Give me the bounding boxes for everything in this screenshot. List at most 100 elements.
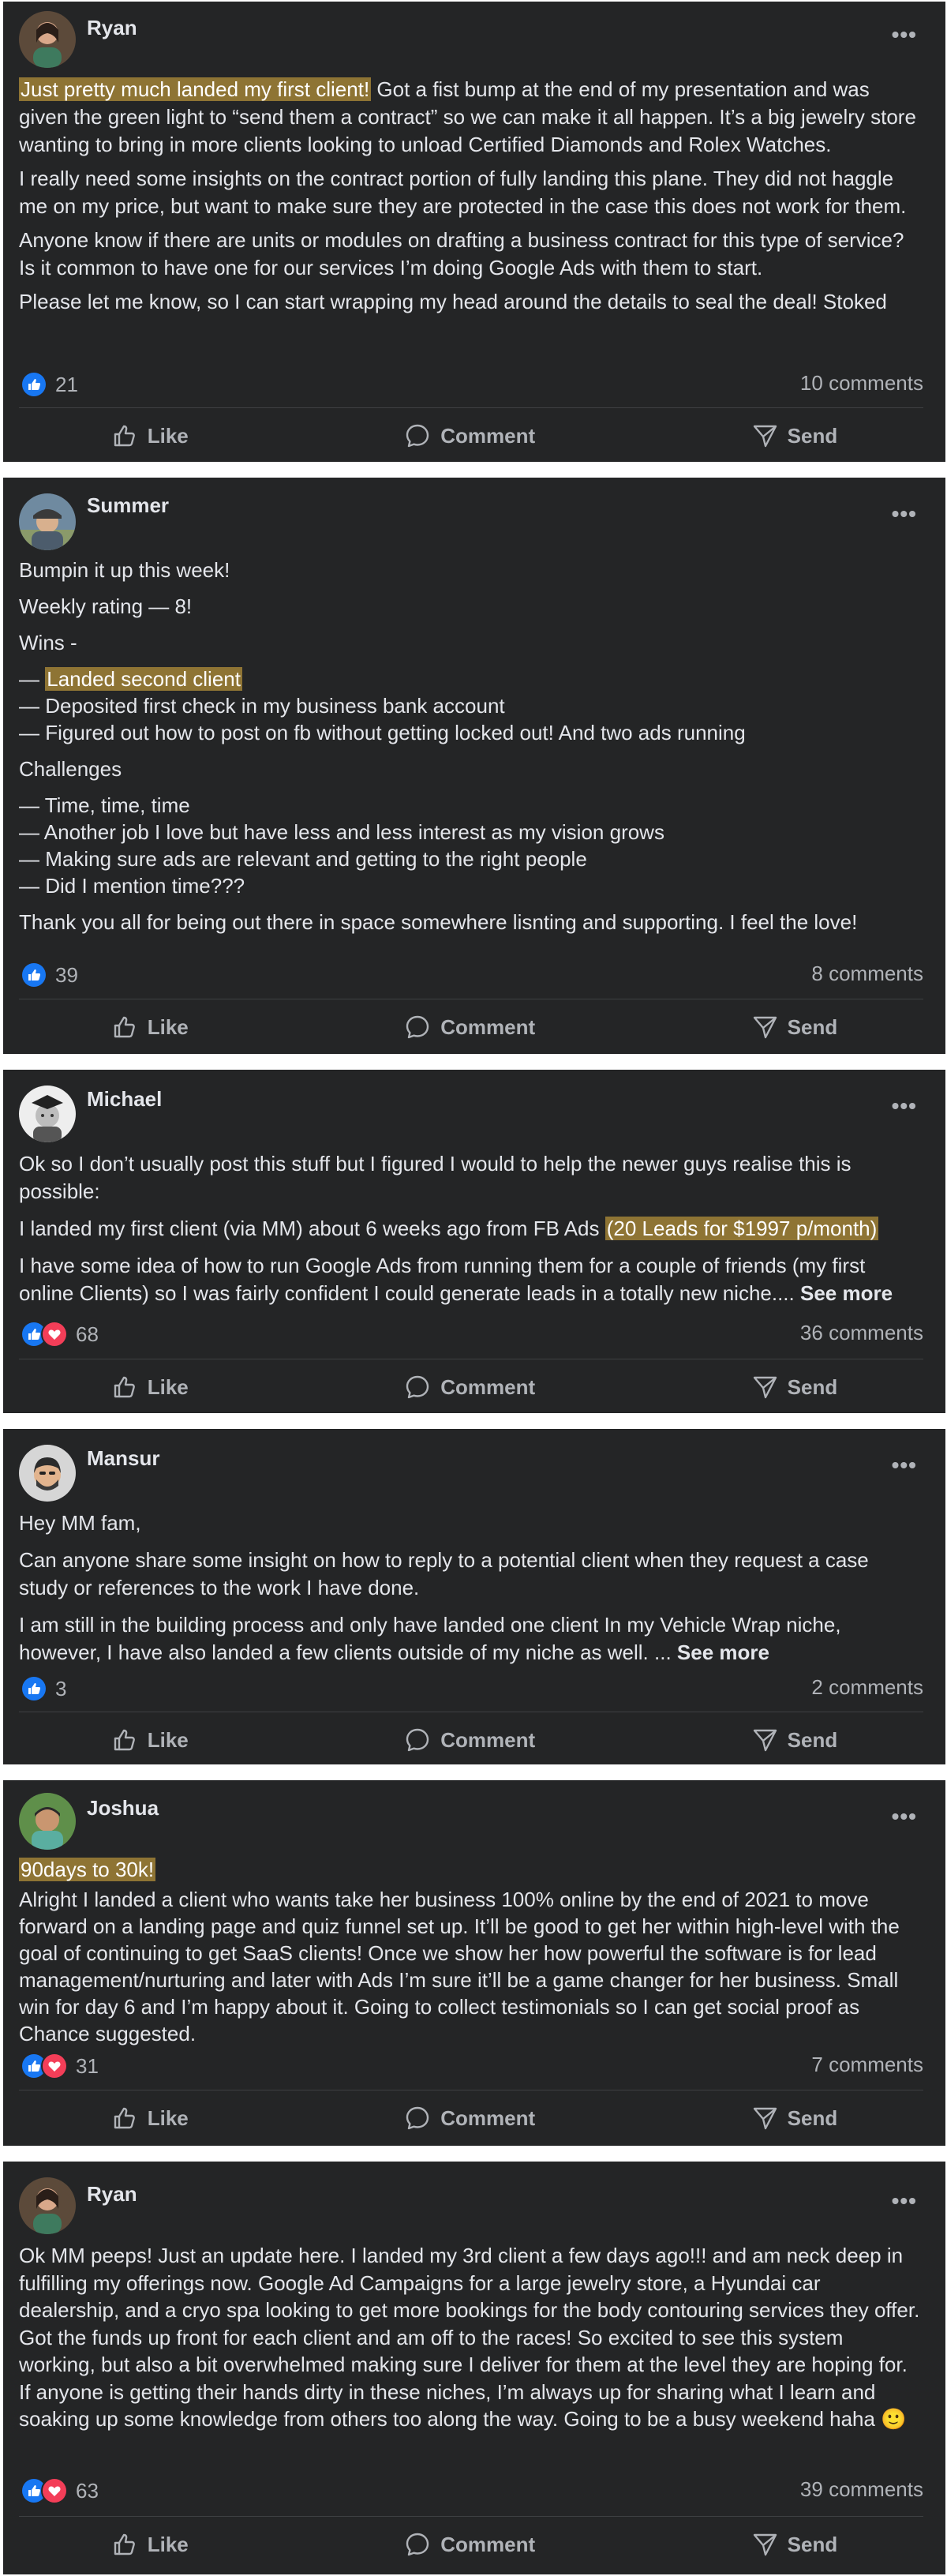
reaction-count: 21 — [55, 372, 78, 396]
paragraph: Thank you all for being out there in spa… — [19, 910, 858, 934]
highlighted-text: Just pretty much landed my first client! — [19, 77, 372, 101]
comment-label: Comment — [440, 1727, 536, 1752]
highlighted-text: (20 Leads for $1997 p/month) — [605, 1217, 879, 1240]
post-card: Ryan ••• Ok MM peeps! Just an update her… — [3, 2162, 945, 2574]
see-more-link[interactable]: See more — [800, 1281, 893, 1305]
comment-button[interactable]: Comment — [390, 1007, 549, 1047]
comment-button[interactable]: Comment — [390, 1367, 549, 1407]
thumbs-up-icon — [111, 2531, 138, 2558]
action-bar: Like Comment Send — [3, 1363, 945, 1411]
reaction-summary[interactable]: 63 — [21, 2477, 99, 2504]
avatar[interactable] — [19, 2177, 76, 2234]
comment-button[interactable]: Comment — [390, 416, 549, 456]
send-button[interactable]: Send — [737, 1367, 852, 1407]
like-button[interactable]: Like — [97, 1367, 203, 1407]
paragraph: Hey MM fam, — [19, 1511, 141, 1535]
comment-count[interactable]: 7 comments — [811, 2053, 923, 2077]
like-label: Like — [147, 1014, 189, 1039]
reaction-summary[interactable]: 3 — [21, 1675, 66, 1702]
send-button[interactable]: Send — [737, 2098, 852, 2138]
more-options-icon[interactable]: ••• — [892, 2188, 917, 2214]
author-name[interactable]: Summer — [87, 493, 169, 518]
author-name[interactable]: Ryan — [87, 16, 137, 40]
more-options-icon[interactable]: ••• — [892, 1453, 917, 1478]
author-name[interactable]: Mansur — [87, 1446, 159, 1471]
post-card: Mansur ••• Hey MM fam, Can anyone share … — [3, 1429, 945, 1764]
avatar[interactable] — [19, 1445, 76, 1502]
send-icon — [751, 1727, 778, 1753]
thumbs-up-icon — [111, 1727, 138, 1753]
comment-count[interactable]: 36 comments — [800, 1321, 923, 1345]
like-button[interactable]: Like — [97, 416, 203, 456]
send-icon — [751, 2531, 778, 2558]
paragraph: Wins - — [19, 631, 77, 654]
comment-count[interactable]: 8 comments — [811, 962, 923, 986]
comment-button[interactable]: Comment — [390, 2098, 549, 2138]
send-icon — [751, 1014, 778, 1041]
see-more-link[interactable]: See more — [677, 1640, 769, 1664]
comment-count[interactable]: 39 comments — [800, 2477, 923, 2502]
post-text: Ok so I don’t usually post this stuff bu… — [19, 1150, 923, 1314]
post-text: 90days to 30k! Alright I landed a client… — [19, 1856, 923, 2053]
send-label: Send — [787, 1014, 838, 1039]
comment-count[interactable]: 2 comments — [811, 1675, 923, 1700]
paragraph: Please let me know, so I can start wrapp… — [19, 290, 887, 313]
reaction-summary[interactable]: 31 — [21, 2053, 99, 2079]
like-reaction-icon — [21, 371, 47, 398]
paragraph: Anyone know if there are units or module… — [19, 228, 904, 279]
more-options-icon[interactable]: ••• — [892, 22, 917, 47]
comment-bubble-icon — [404, 1727, 431, 1753]
paragraph: Challenges — [19, 757, 122, 781]
comment-button[interactable]: Comment — [390, 2525, 549, 2564]
send-button[interactable]: Send — [737, 1007, 852, 1047]
love-reaction-icon — [41, 2053, 68, 2079]
comment-count[interactable]: 10 comments — [800, 371, 923, 396]
like-button[interactable]: Like — [97, 2098, 203, 2138]
comment-button[interactable]: Comment — [390, 1720, 549, 1760]
post-card: Joshua ••• 90days to 30k! Alright I land… — [3, 1780, 945, 2146]
author-name[interactable]: Ryan — [87, 2182, 137, 2207]
like-label: Like — [147, 1374, 189, 1399]
avatar[interactable] — [19, 11, 76, 68]
like-button[interactable]: Like — [97, 1720, 203, 1760]
list-item: — Did I mention time??? — [19, 874, 245, 898]
reaction-summary[interactable]: 68 — [21, 1321, 99, 1348]
paragraph: Alright I landed a client who wants take… — [19, 1888, 900, 2045]
avatar[interactable] — [19, 1793, 76, 1850]
send-button[interactable]: Send — [737, 416, 852, 456]
like-label: Like — [147, 2532, 189, 2556]
paragraph: I have some idea of how to run Google Ad… — [19, 1254, 866, 1305]
comment-bubble-icon — [404, 2105, 431, 2132]
like-label: Like — [147, 1727, 189, 1752]
send-button[interactable]: Send — [737, 2525, 852, 2564]
more-options-icon[interactable]: ••• — [892, 1093, 917, 1119]
like-button[interactable]: Like — [97, 2525, 203, 2564]
reaction-count: 39 — [55, 962, 78, 987]
post-text: Bumpin it up this week! Weekly rating — … — [19, 557, 923, 942]
thumbs-up-icon — [111, 1014, 138, 1041]
like-reaction-icon — [21, 1675, 47, 1702]
comment-label: Comment — [440, 2105, 536, 2130]
send-label: Send — [787, 423, 838, 448]
avatar[interactable] — [19, 1086, 76, 1142]
post-card: Ryan ••• Just pretty much landed my firs… — [3, 2, 945, 462]
reaction-summary[interactable]: 21 — [21, 371, 78, 398]
more-options-icon[interactable]: ••• — [892, 1804, 917, 1829]
author-name[interactable]: Joshua — [87, 1796, 159, 1820]
comment-bubble-icon — [404, 1014, 431, 1041]
paragraph: Ok MM peeps! Just an update here. I land… — [19, 2244, 920, 2431]
send-label: Send — [787, 2532, 838, 2556]
author-name[interactable]: Michael — [87, 1087, 162, 1112]
more-options-icon[interactable]: ••• — [892, 501, 917, 527]
list-item: — Another job I love but have less and l… — [19, 820, 664, 844]
post-text: Hey MM fam, Can anyone share some insigh… — [19, 1509, 923, 1673]
comment-label: Comment — [440, 423, 536, 448]
like-button[interactable]: Like — [97, 1007, 203, 1047]
list-item: — Deposited first check in my business b… — [19, 694, 505, 718]
reaction-summary[interactable]: 39 — [21, 962, 78, 988]
thumbs-up-icon — [111, 422, 138, 449]
avatar[interactable] — [19, 493, 76, 550]
send-button[interactable]: Send — [737, 1720, 852, 1760]
post-text: Ok MM peeps! Just an update here. I land… — [19, 2242, 923, 2439]
post-card: Summer ••• Bumpin it up this week! Weekl… — [3, 478, 945, 1054]
